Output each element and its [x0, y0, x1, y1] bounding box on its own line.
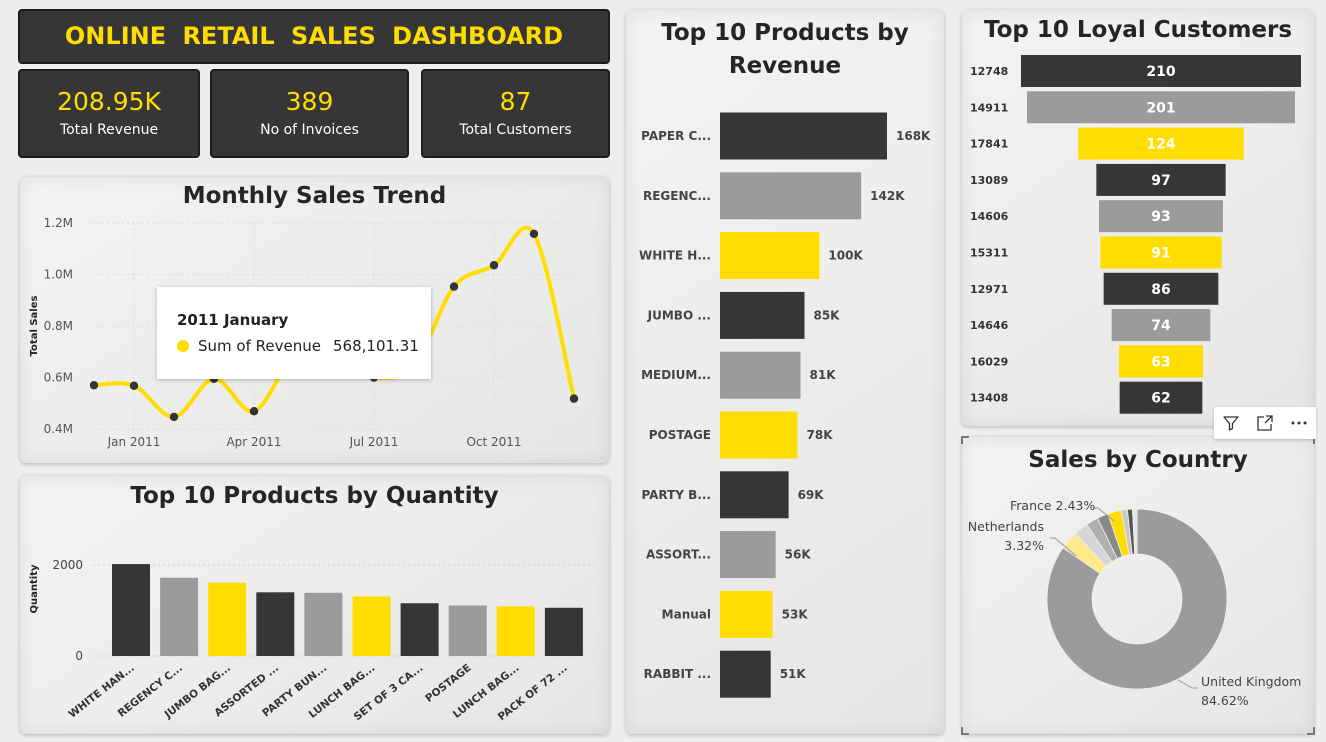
y-tick-label: 0.8M — [44, 319, 73, 333]
x-tick-label: Jan 2011 — [107, 435, 161, 449]
data-label: 78K — [807, 428, 834, 442]
data-label: 63 — [1151, 354, 1170, 370]
slice-percent: 84.62% — [1201, 693, 1249, 708]
category-label: 12971 — [970, 283, 1008, 296]
data-label: 91 — [1151, 246, 1170, 262]
more-options-icon[interactable] — [1284, 409, 1314, 437]
leader-line — [1177, 679, 1198, 689]
data-point — [249, 407, 259, 416]
revenue-bar — [720, 471, 789, 519]
y-tick-label: 1.2M — [44, 216, 73, 230]
revenue-bar — [720, 291, 805, 339]
category-label: WHITE H... — [639, 249, 711, 263]
quantity-bar — [304, 592, 343, 656]
data-label: 93 — [1151, 209, 1170, 225]
tooltip-series-dot — [177, 340, 189, 352]
data-label: 53K — [782, 607, 809, 621]
data-label: 201 — [1146, 100, 1175, 116]
tooltip-label: Sum of Revenue — [198, 337, 321, 355]
tooltip-value: 568,101.31 — [333, 337, 419, 355]
tooltip-title: 2011 January — [177, 311, 289, 329]
revenue-bar — [720, 411, 798, 459]
category-label: PARTY B... — [641, 488, 711, 502]
category-label: 14911 — [970, 101, 1008, 114]
data-point — [529, 229, 539, 239]
revenue-bar — [720, 112, 887, 160]
data-label: 142K — [870, 189, 905, 203]
chart-tooltip: 2011 January Sum of Revenue 568,101.31 — [157, 287, 431, 379]
category-label: JUMBO ... — [647, 308, 711, 322]
slice-label: United Kingdom — [1201, 674, 1301, 689]
data-label: 85K — [813, 308, 840, 322]
category-label: PAPER C... — [641, 129, 711, 143]
data-point — [89, 381, 99, 390]
data-label: 74 — [1151, 318, 1171, 334]
visual-toolbar — [1214, 407, 1316, 439]
x-tick-label: Jul 2011 — [349, 435, 399, 449]
category-label: 13408 — [970, 392, 1008, 405]
category-label: 14606 — [970, 210, 1009, 223]
category-label: MEDIUM... — [641, 368, 711, 382]
category-label: 16029 — [970, 355, 1008, 368]
y-axis-title: Total Sales — [29, 296, 40, 357]
category-label: 12748 — [970, 65, 1008, 78]
data-label: 97 — [1151, 173, 1170, 189]
filter-icon[interactable] — [1216, 409, 1246, 437]
revenue-bar — [720, 172, 862, 220]
category-label: RABBIT ... — [644, 667, 711, 681]
quantity-bar — [448, 605, 487, 656]
revenue-bar — [720, 650, 771, 698]
revenue-bar — [720, 232, 820, 280]
quantity-bar — [256, 592, 295, 656]
data-label: 51K — [780, 667, 807, 681]
focus-mode-icon[interactable] — [1250, 409, 1280, 437]
revenue-bar — [720, 351, 801, 399]
x-tick-label: Apr 2011 — [226, 435, 281, 449]
quantity-bar — [496, 606, 535, 656]
slice-label: France 2.43% — [1010, 498, 1095, 513]
y-axis-title: Quantity — [29, 564, 40, 613]
y-tick-label: 2000 — [52, 558, 83, 572]
revenue-bar — [720, 590, 773, 638]
category-label: Manual — [662, 607, 711, 621]
data-point — [169, 412, 179, 422]
category-label: REGENC... — [643, 189, 711, 203]
y-tick-label: 0.4M — [44, 422, 73, 436]
quantity-bar — [160, 577, 199, 656]
quantity-bar — [352, 596, 391, 656]
category-label: 14646 — [970, 319, 1009, 332]
y-tick-label: 0.6M — [44, 371, 73, 385]
data-label: 86 — [1151, 282, 1170, 298]
slice-percent: 3.32% — [1004, 538, 1044, 553]
y-tick-label: 1.0M — [44, 268, 73, 282]
data-point — [449, 282, 459, 291]
data-label: 100K — [828, 249, 863, 263]
quantity-bar — [544, 607, 583, 656]
category-label: ASSORT... — [646, 548, 711, 562]
data-point — [129, 381, 139, 390]
category-label: POSTAGE — [649, 428, 711, 442]
data-point — [489, 261, 499, 270]
revenue-bar — [720, 531, 776, 579]
data-label: 56K — [785, 548, 812, 562]
category-label: 15311 — [970, 247, 1008, 260]
quantity-bar — [112, 564, 150, 656]
data-label: 168K — [896, 129, 931, 143]
category-label: 17841 — [970, 138, 1008, 151]
data-label: 124 — [1146, 137, 1175, 153]
x-tick-label: Oct 2011 — [466, 435, 521, 449]
data-label: 81K — [810, 368, 837, 382]
data-point — [569, 394, 579, 403]
quantity-bar — [208, 582, 247, 656]
slice-label: Netherlands — [968, 519, 1044, 534]
data-label: 210 — [1146, 64, 1175, 80]
y-tick-label: 0 — [75, 649, 83, 663]
data-label: 69K — [798, 488, 825, 502]
category-label: 13089 — [970, 174, 1008, 187]
quantity-bar — [400, 603, 439, 656]
data-label: 62 — [1151, 391, 1170, 407]
